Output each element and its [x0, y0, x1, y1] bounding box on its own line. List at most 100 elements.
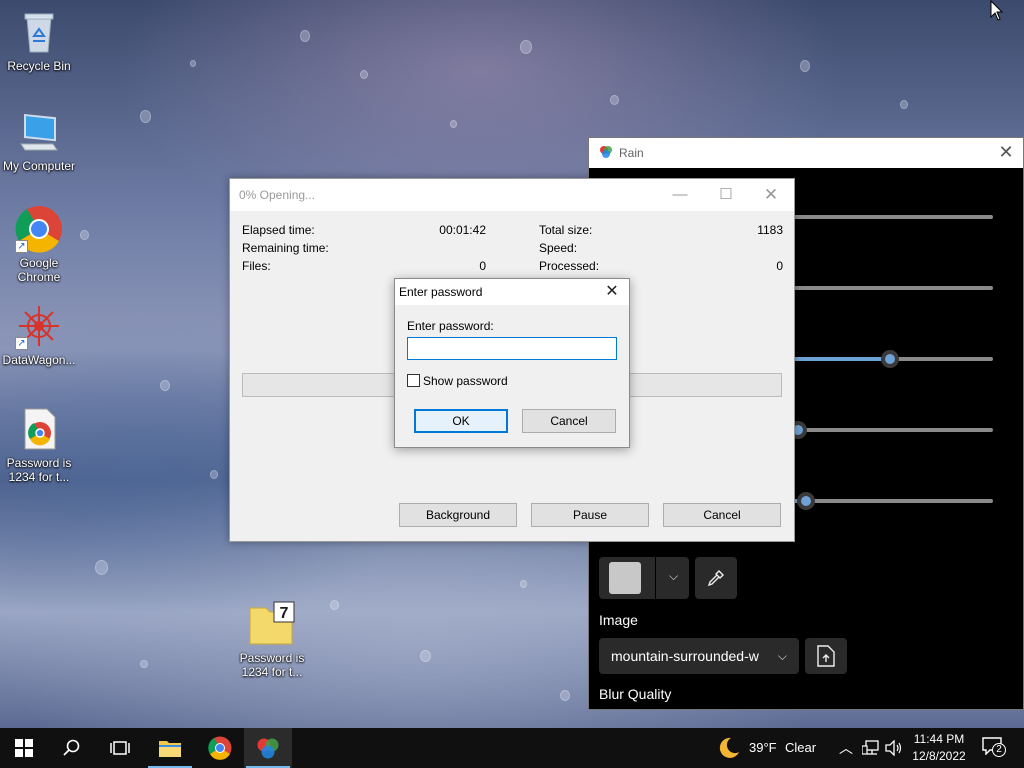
chevron-up-icon[interactable]: ︿ — [839, 738, 853, 758]
computer-icon — [15, 108, 63, 156]
raindrop — [80, 230, 89, 240]
close-icon[interactable]: ✕ — [756, 183, 786, 207]
raindrop — [450, 120, 457, 128]
shortcut-arrow-icon: ↗ — [15, 240, 28, 253]
weather-description[interactable]: Clear — [785, 740, 816, 755]
total-size-value: 1183 — [757, 223, 783, 237]
datawagon-shortcut[interactable]: ↗ DataWagon... — [1, 302, 77, 367]
progress-window-title: 0% Opening... — [239, 188, 316, 202]
file-explorer-taskbar-button[interactable] — [146, 728, 194, 768]
cancel-button[interactable]: Cancel — [663, 503, 781, 527]
notification-count-badge: 2 — [992, 743, 1006, 757]
network-icon[interactable] — [861, 740, 880, 759]
clock-time: 11:44 PM — [913, 732, 965, 746]
volume-icon[interactable] — [885, 739, 903, 759]
7zip-archive-icon: 7 — [248, 600, 296, 648]
show-password-checkbox[interactable] — [407, 374, 420, 387]
google-chrome-shortcut[interactable]: ↗ Google Chrome — [1, 205, 77, 284]
open-file-button[interactable] — [805, 638, 847, 674]
chrome-taskbar-button[interactable] — [196, 728, 244, 768]
slider-3-thumb[interactable] — [881, 350, 899, 368]
raindrop — [95, 560, 108, 575]
raindrop — [190, 60, 196, 67]
google-chrome-label: Google Chrome — [17, 256, 61, 284]
search-button[interactable] — [48, 728, 96, 768]
rain-window-title: Rain — [619, 146, 644, 160]
password-file-shortcut[interactable]: Password is 1234 for t... — [1, 405, 77, 484]
close-icon[interactable]: ✕ — [997, 143, 1015, 161]
password-dialog-title: Enter password — [399, 285, 483, 299]
color-swatch — [609, 562, 641, 594]
show-password-label[interactable]: Show password — [423, 374, 508, 388]
remaining-time-label: Remaining time: — [242, 241, 329, 255]
image-select[interactable]: mountain-surrounded-w ⌵ — [599, 638, 799, 674]
progress-titlebar[interactable]: 0% Opening... — ☐ ✕ — [230, 179, 794, 211]
task-view-icon — [110, 741, 130, 755]
blur-quality-label: Blur Quality — [599, 686, 672, 702]
enter-password-dialog: Enter password ✕ Enter password: Show pa… — [394, 278, 630, 448]
files-label: Files: — [242, 259, 271, 273]
start-button[interactable] — [0, 728, 48, 768]
elapsed-time-label: Elapsed time: — [242, 223, 315, 237]
slider-5-thumb[interactable] — [797, 492, 815, 510]
processed-label: Processed: — [539, 259, 600, 273]
rain-taskbar-button[interactable] — [244, 728, 292, 768]
password-archive-label: Password is 1234 for t... — [239, 651, 305, 679]
close-icon[interactable]: ✕ — [601, 281, 623, 303]
recycle-bin-label: Recycle Bin — [7, 59, 71, 73]
password-file-label: Password is 1234 for t... — [6, 456, 72, 484]
files-value: 0 — [479, 259, 486, 273]
raindrop — [330, 600, 339, 610]
elapsed-time-value: 00:01:42 — [439, 223, 486, 237]
raindrop — [520, 580, 527, 588]
raindrop — [900, 100, 908, 109]
password-field-label: Enter password: — [407, 319, 494, 333]
divider — [655, 557, 656, 599]
total-size-label: Total size: — [539, 223, 593, 237]
raindrop — [300, 30, 310, 42]
clock-date: 12/8/2022 — [912, 749, 966, 763]
recycle-bin-icon — [15, 8, 63, 56]
overlay-color-picker-button[interactable]: ⌵ — [599, 557, 689, 599]
maximize-icon[interactable]: ☐ — [711, 183, 741, 207]
chrome-icon: ↗ — [15, 205, 63, 253]
ok-button[interactable]: OK — [414, 409, 508, 433]
raindrop — [560, 690, 570, 701]
chrome-icon — [208, 736, 232, 760]
datawagon-label: DataWagon... — [2, 353, 76, 367]
chrome-document-icon — [15, 405, 63, 453]
cancel-button[interactable]: Cancel — [522, 409, 616, 433]
chevron-down-icon: ⌵ — [669, 569, 679, 583]
rain-titlebar[interactable]: Rain ✕ — [589, 138, 1023, 168]
notification-center-button[interactable]: 2 — [982, 737, 1006, 759]
pause-button[interactable]: Pause — [531, 503, 649, 527]
rain-app-icon — [257, 738, 279, 759]
raindrop — [140, 660, 148, 668]
eyedropper-button[interactable] — [695, 557, 737, 599]
raindrop — [610, 95, 619, 105]
task-view-button[interactable] — [96, 728, 144, 768]
chevron-down-icon: ⌵ — [777, 649, 787, 663]
raindrop — [800, 60, 810, 72]
search-icon — [63, 739, 80, 756]
background-button[interactable]: Background — [399, 503, 517, 527]
password-archive-shortcut[interactable]: 7 Password is 1234 for t... — [234, 600, 310, 679]
mouse-cursor-icon — [990, 0, 1004, 25]
recycle-bin-shortcut[interactable]: Recycle Bin — [1, 8, 77, 73]
password-input[interactable] — [407, 337, 617, 360]
my-computer-shortcut[interactable]: My Computer — [1, 108, 77, 173]
image-select-value: mountain-surrounded-w — [611, 648, 759, 664]
speed-label: Speed: — [539, 241, 578, 255]
raindrop — [420, 650, 431, 662]
clock[interactable]: 11:44 PM 12/8/2022 — [906, 731, 972, 765]
raindrop — [210, 470, 218, 479]
my-computer-label: My Computer — [2, 159, 76, 173]
weather-temperature[interactable]: 39°F — [749, 740, 777, 755]
minimize-icon[interactable]: — — [665, 183, 695, 207]
raindrop — [140, 110, 151, 123]
eyedropper-icon — [707, 570, 724, 587]
rain-app-icon — [599, 145, 613, 162]
windows-logo-icon — [15, 739, 33, 757]
raindrop — [160, 380, 170, 391]
password-dialog-titlebar[interactable]: Enter password ✕ — [395, 279, 629, 305]
